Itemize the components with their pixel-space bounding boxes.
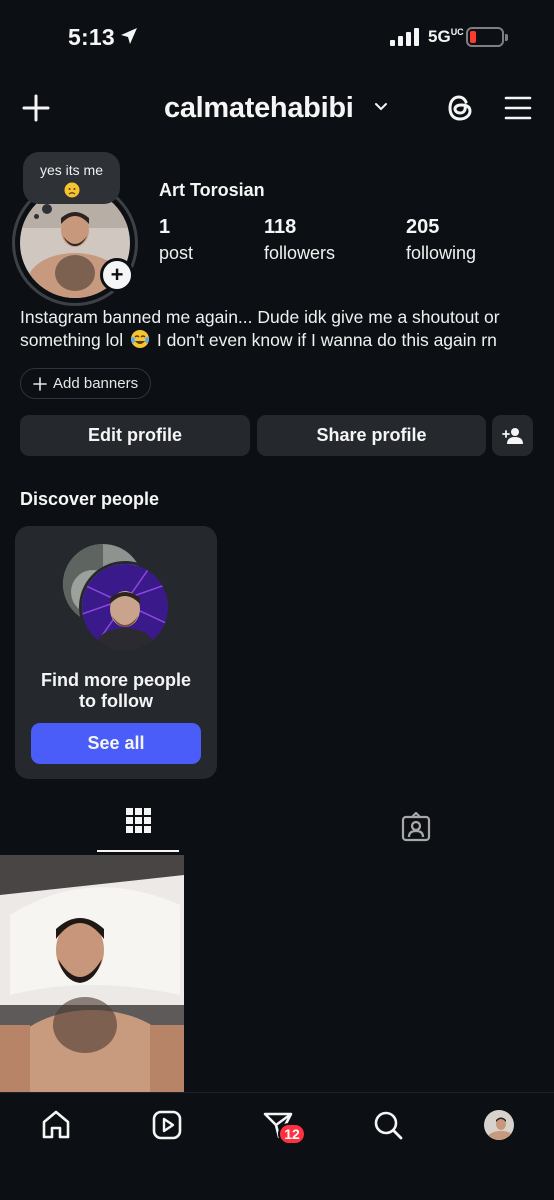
grid-tab-icon[interactable] — [126, 808, 151, 833]
bottom-nav: 12 — [0, 1092, 554, 1200]
stat-followers-label: followers — [264, 243, 336, 263]
profile-header: calmatehabibi — [0, 82, 554, 136]
share-profile-label: Share profile — [316, 425, 427, 445]
add-banners-button[interactable]: Add banners — [20, 368, 152, 399]
note-bubble-tail-small — [34, 214, 39, 219]
discover-card: Find more people to follow See all — [15, 526, 217, 779]
battery-icon — [466, 27, 504, 47]
stat-posts[interactable]: 1 post — [159, 216, 193, 264]
suggested-user-photo-2 — [79, 561, 171, 653]
tears-of-joy-emoji-icon — [131, 330, 149, 348]
search-icon[interactable] — [372, 1109, 404, 1141]
home-icon[interactable] — [40, 1109, 72, 1141]
stat-following-label: following — [406, 243, 477, 263]
stat-followers-value: 118 — [264, 216, 297, 238]
display-name: Art Torosian — [159, 180, 265, 200]
tagged-tab-icon[interactable] — [401, 812, 431, 842]
chevron-down-icon[interactable] — [374, 102, 388, 112]
add-story-button[interactable]: + — [100, 258, 134, 292]
discover-card-text-1: Find more people — [40, 670, 191, 690]
stat-following[interactable]: 205 following — [406, 216, 476, 264]
stat-posts-label: post — [159, 243, 194, 263]
username-switcher[interactable]: calmatehabibi — [164, 92, 354, 125]
status-time: 5:13 — [68, 24, 115, 50]
bio-line-2a: something lol — [20, 330, 124, 350]
discover-people-button[interactable] — [492, 415, 533, 456]
profile-tab-avatar[interactable] — [482, 1108, 516, 1142]
stat-posts-value: 1 — [159, 216, 171, 238]
note-bubble-tail — [42, 204, 52, 214]
bio-line-1: Instagram banned me again... Dude idk gi… — [20, 307, 500, 327]
post-thumbnail[interactable] — [0, 855, 184, 1092]
reels-icon[interactable] — [151, 1109, 183, 1141]
messages-badge: 12 — [278, 1123, 306, 1145]
bio-line-2b: I don't even know if I wanna do this aga… — [156, 330, 497, 350]
note-bubble[interactable]: yes its me — [23, 152, 120, 204]
network-type: 5GUC — [428, 27, 464, 46]
discover-card-text-2: to follow — [79, 691, 153, 711]
status-bar: 5:13 5GUC — [0, 0, 554, 72]
cellular-signal-icon — [390, 28, 419, 46]
stat-following-value: 205 — [406, 216, 440, 238]
add-person-icon — [501, 427, 523, 444]
see-all-label: See all — [87, 733, 145, 753]
profile-bio: Instagram banned me again... Dude idk gi… — [20, 306, 540, 352]
edit-profile-button[interactable]: Edit profile — [20, 415, 250, 456]
stat-followers[interactable]: 118 followers — [264, 216, 335, 264]
plus-icon — [33, 376, 47, 391]
discover-card-text: Find more people to follow — [15, 670, 217, 712]
add-banners-label: Add banners — [53, 375, 139, 392]
threads-icon[interactable] — [444, 92, 476, 124]
worried-face-emoji-icon — [64, 182, 79, 198]
discover-people-title: Discover people — [20, 489, 160, 509]
active-tab-indicator — [97, 850, 179, 852]
plus-icon[interactable] — [22, 94, 50, 122]
edit-profile-label: Edit profile — [88, 425, 182, 445]
note-text: yes its me — [39, 162, 103, 178]
see-all-button[interactable]: See all — [31, 723, 201, 764]
menu-icon[interactable] — [504, 96, 532, 120]
battery-cap — [505, 34, 508, 41]
location-arrow-icon — [121, 28, 137, 44]
share-profile-button[interactable]: Share profile — [257, 415, 486, 456]
